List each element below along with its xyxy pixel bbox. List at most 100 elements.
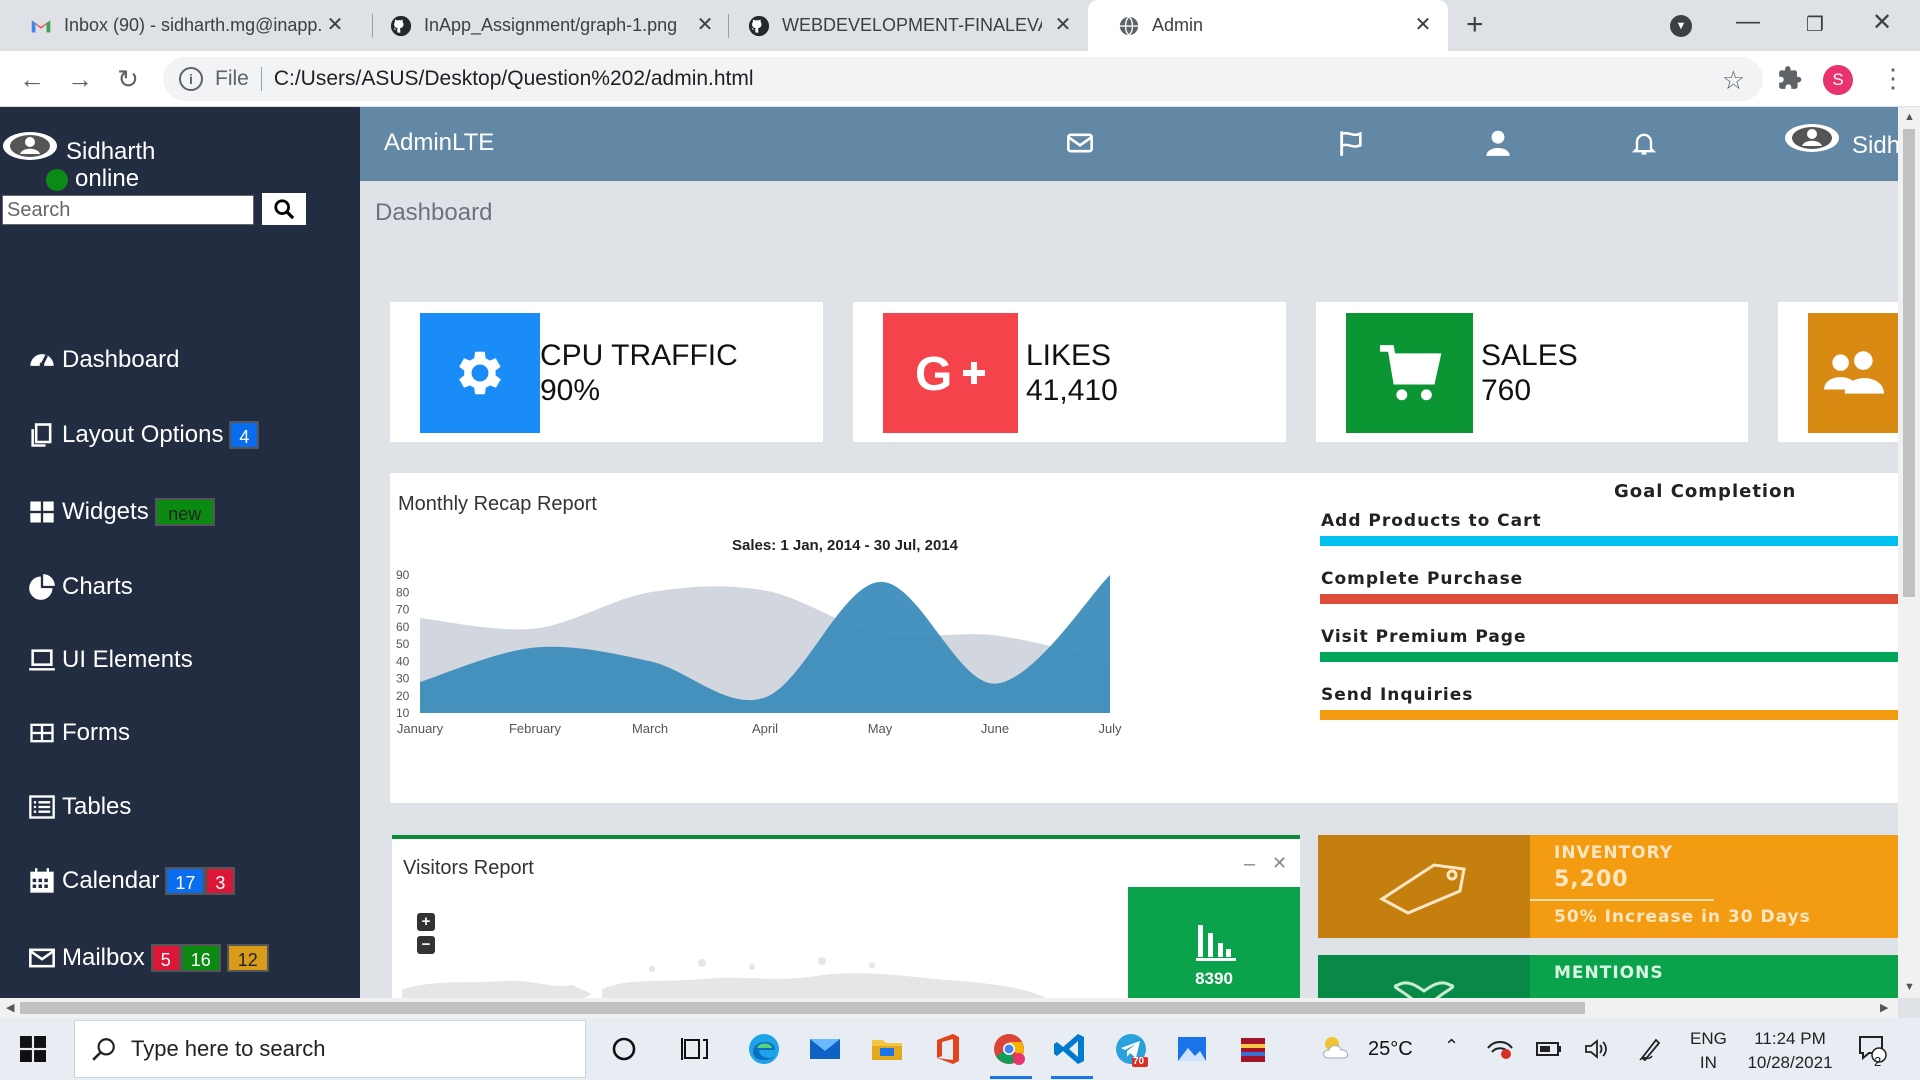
scroll-right-icon[interactable]: ▶	[1880, 1001, 1888, 1014]
minimize-icon[interactable]: —	[1736, 8, 1760, 36]
avatar[interactable]	[1784, 123, 1840, 153]
address-bar[interactable]: i File C:/Users/ASUS/Desktop/Question%20…	[163, 57, 1763, 101]
scroll-down-icon[interactable]: ▼	[1904, 981, 1915, 993]
browser-menu-icon[interactable]: ⋮	[1880, 61, 1906, 95]
browser-toolbar: ← → ↻ i File C:/Users/ASUS/Desktop/Quest…	[0, 51, 1920, 107]
forward-icon[interactable]: →	[64, 63, 96, 95]
world-map[interactable]	[402, 939, 1102, 998]
zoom-in-button[interactable]: +	[417, 913, 435, 931]
sidebar-item-forms[interactable]: Forms	[28, 715, 130, 751]
pen-icon[interactable]	[1638, 1036, 1662, 1062]
tab-gmail[interactable]: Inbox (90) - sidharth.mg@inapp. ✕	[0, 0, 360, 51]
window-close-icon[interactable]: ✕	[1872, 8, 1892, 37]
input-language[interactable]: ENG IN	[1690, 1027, 1727, 1075]
tab-admin[interactable]: Admin ✕	[1088, 0, 1448, 51]
header-username[interactable]: Sidh	[1852, 132, 1898, 160]
notification-center-icon[interactable]	[1857, 1034, 1887, 1064]
mail-app-icon[interactable]	[806, 1030, 844, 1068]
user-icon[interactable]	[1484, 129, 1512, 157]
weather-icon[interactable]	[1320, 1034, 1354, 1062]
scroll-left-icon[interactable]: ◀	[6, 1001, 14, 1014]
goal-label: Complete Purchase	[1321, 569, 1524, 589]
close-icon[interactable]: ✕	[324, 14, 346, 36]
telegram-badge: 70	[1133, 1056, 1145, 1067]
avatar[interactable]	[2, 131, 58, 161]
restore-icon[interactable]: ❐	[1806, 12, 1824, 37]
sidebar-item-ui-elements[interactable]: UI Elements	[28, 642, 193, 678]
tab-search-icon[interactable]: ▼	[1670, 15, 1692, 37]
sidebar-item-mailbox[interactable]: Mailbox 5 16 12	[28, 940, 269, 976]
users-icon	[1824, 351, 1884, 394]
close-icon[interactable]: ✕	[1412, 14, 1434, 36]
x-tick-label: April	[752, 721, 778, 736]
telegram-icon[interactable]	[1112, 1030, 1150, 1068]
close-icon[interactable]: ✕	[1052, 14, 1074, 36]
scrollbar-thumb[interactable]	[1903, 129, 1915, 597]
horizontal-scrollbar[interactable]: ◀ ▶	[0, 998, 1898, 1018]
clock-date: 10/28/2021	[1747, 1053, 1833, 1072]
laptop-icon	[29, 649, 55, 671]
sidebar-item-charts[interactable]: Charts	[28, 569, 133, 605]
y-tick-label: 10	[396, 706, 410, 720]
sidebar-item-calendar[interactable]: Calendar 17 3	[28, 863, 236, 899]
brand-logo[interactable]: AdminLTE	[384, 129, 494, 157]
network-icon[interactable]	[1486, 1038, 1514, 1060]
task-view-icon[interactable]	[676, 1030, 714, 1068]
envelope-icon[interactable]	[1066, 129, 1094, 157]
battery-icon[interactable]	[1536, 1042, 1562, 1056]
vertical-scrollbar[interactable]: ▲ ▼	[1898, 107, 1920, 998]
reload-icon[interactable]: ↻	[112, 63, 144, 95]
sidebar-item-tables[interactable]: Tables	[28, 789, 131, 825]
volume-icon[interactable]	[1584, 1038, 1610, 1060]
address-text[interactable]: C:/Users/ASUS/Desktop/Question%202/admin…	[274, 67, 754, 91]
info-icon[interactable]: i	[179, 67, 203, 91]
clock[interactable]: 11:24 PM 10/28/2021	[1742, 1027, 1838, 1075]
inventory-title: INVENTORY	[1554, 843, 1674, 863]
edge-icon[interactable]	[745, 1030, 783, 1068]
file-explorer-icon[interactable]	[868, 1030, 906, 1068]
sidebar-item-layout-options[interactable]: Layout Options 4	[28, 417, 260, 453]
taskbar-search-box[interactable]: Type here to search	[74, 1020, 586, 1078]
info-box-label: LIKES	[1026, 339, 1112, 372]
windows-start-icon[interactable]	[20, 1036, 46, 1062]
vscode-icon[interactable]	[1051, 1030, 1089, 1068]
goal-progress-bar	[1320, 710, 1898, 720]
sidebar-item-widgets[interactable]: Widgets new	[28, 494, 215, 530]
sidebar-item-label: Calendar	[62, 867, 160, 894]
back-icon[interactable]: ←	[16, 63, 48, 95]
extensions-icon[interactable]	[1777, 65, 1803, 91]
chevron-up-icon[interactable]: ⌃	[1444, 1036, 1459, 1057]
photos-icon[interactable]	[1173, 1030, 1211, 1068]
close-icon[interactable]: ✕	[694, 14, 716, 36]
tab-github-graph[interactable]: InApp_Assignment/graph-1.png ✕	[360, 0, 730, 51]
office-icon[interactable]	[929, 1030, 967, 1068]
bell-icon[interactable]	[1630, 129, 1658, 157]
x-tick-label: May	[868, 721, 893, 736]
new-tab-button[interactable]: +	[1466, 10, 1484, 40]
flag-icon[interactable]	[1337, 129, 1365, 157]
bookmark-star-icon[interactable]: ☆	[1722, 65, 1745, 96]
scrollbar-thumb[interactable]	[20, 1002, 1585, 1014]
sidebar-search-input[interactable]	[2, 195, 254, 225]
winrar-icon[interactable]	[1234, 1030, 1272, 1068]
chrome-icon[interactable]	[990, 1030, 1028, 1068]
collapse-icon[interactable]: –	[1244, 853, 1255, 876]
inventory-value: 5,200	[1554, 867, 1629, 892]
y-tick-label: 60	[396, 620, 410, 634]
sidebar-item-label: Dashboard	[62, 346, 180, 373]
mentions-title: MENTIONS	[1554, 963, 1664, 983]
info-box-value: 90%	[540, 374, 601, 407]
scroll-up-icon[interactable]: ▲	[1904, 111, 1915, 123]
close-icon[interactable]: ✕	[1272, 853, 1287, 874]
sidebar-item-label: Mailbox	[62, 944, 145, 971]
profile-avatar[interactable]: S	[1823, 65, 1853, 95]
temperature: 25°C	[1368, 1038, 1413, 1060]
info-box-value: 41,410	[1026, 374, 1118, 407]
cortana-icon[interactable]	[605, 1030, 643, 1068]
dashboard-icon	[30, 354, 54, 367]
info-box-value: 760	[1481, 374, 1532, 407]
tab-github-webdev[interactable]: WEBDEVELOPMENT-FINALEVALU ✕	[718, 0, 1088, 51]
sidebar-item-dashboard[interactable]: Dashboard	[28, 342, 179, 378]
info-box-label: SALES	[1481, 339, 1578, 372]
sidebar-search-button[interactable]	[262, 193, 306, 225]
